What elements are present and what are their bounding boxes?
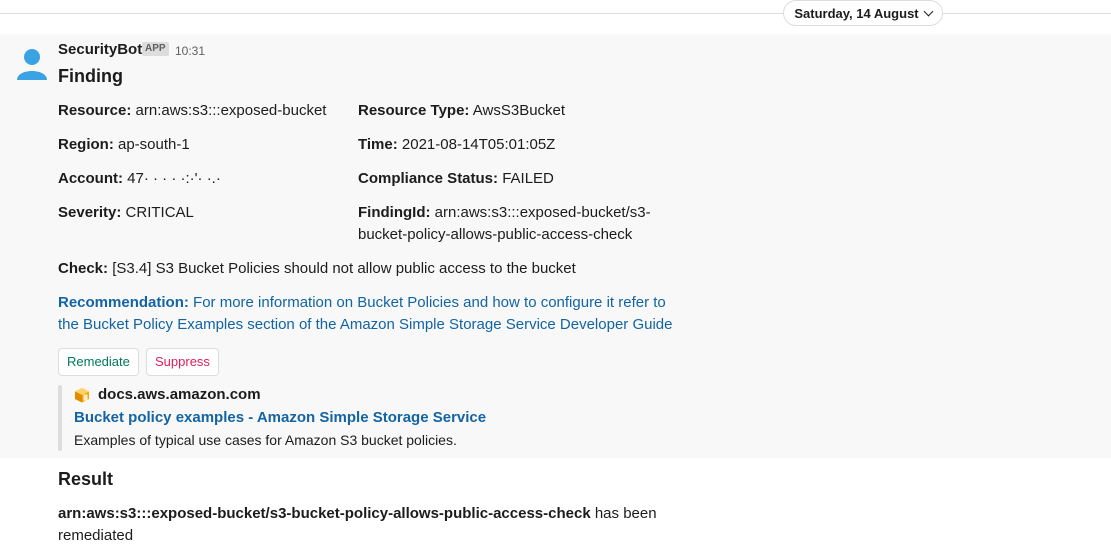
field-check: Check: [S3.4] S3 Bucket Policies should … [58, 258, 576, 280]
field-value: 2021-08-14T05:01:05Z [401, 136, 556, 153]
field-value-redacted: 47· · · · ·:·'· ·.· [127, 170, 221, 187]
recommendation-text: For more information on Bucket Policies … [193, 294, 666, 311]
result-text: arn:aws:s3:::exposed-bucket/s3-bucket-po… [58, 503, 657, 525]
user-avatar-icon [14, 44, 50, 80]
field-value: arn:aws:s3:::exposed-bucket/s3- [434, 204, 651, 221]
message-timestamp[interactable]: 10:31 [175, 40, 205, 62]
field-key: Region: [58, 136, 114, 153]
field-value: CRITICAL [125, 204, 194, 221]
field-key: Compliance Status: [358, 170, 499, 187]
recommendation-link[interactable]: Recommendation: For more information on … [58, 292, 666, 314]
aws-docs-icon [74, 387, 90, 403]
result-text-cont: remediated [58, 527, 134, 544]
sender-name[interactable]: SecurityBot [58, 39, 142, 61]
field-region: Region: ap-south-1 [58, 134, 190, 156]
app-badge: APP [142, 42, 169, 56]
field-key: Resource Type: [358, 102, 470, 119]
field-key: Account: [58, 170, 123, 187]
chevron-down-icon [923, 6, 934, 16]
recommendation-link-cont[interactable]: the Bucket Policy Examples section of th… [58, 314, 672, 336]
field-compliance-status: Compliance Status: FAILED [358, 168, 554, 190]
field-key: Resource: [58, 102, 132, 119]
remediate-button[interactable]: Remediate [58, 348, 139, 376]
field-finding-id-cont: bucket-policy-allows-public-access-check [358, 226, 633, 243]
unfurl-domain: docs.aws.amazon.com [98, 386, 261, 403]
field-value: ap-south-1 [118, 136, 190, 153]
result-suffix: has been [594, 505, 657, 522]
result-title: Result [58, 469, 114, 489]
field-finding-id: FindingId: arn:aws:s3:::exposed-bucket/s… [358, 202, 651, 224]
field-value: FAILED [502, 170, 554, 187]
field-key: Check: [58, 260, 109, 277]
field-value: arn:aws:s3:::exposed-bucket [135, 102, 327, 119]
unfurl-description: Examples of typical use cases for Amazon… [74, 432, 457, 448]
result-arn: arn:aws:s3:::exposed-bucket/s3-bucket-po… [58, 505, 591, 522]
field-resource-type: Resource Type: AwsS3Bucket [358, 100, 565, 122]
unfurl-title-link[interactable]: Bucket policy examples - Amazon Simple S… [74, 407, 486, 429]
field-value: [S3.4] S3 Bucket Policies should not all… [112, 260, 576, 277]
date-label: Saturday, 14 August [794, 5, 919, 21]
field-severity: Severity: CRITICAL [58, 202, 194, 224]
date-jump-button[interactable]: Saturday, 14 August [783, 0, 943, 26]
unfurl-border [58, 385, 62, 451]
message-title: Finding [58, 66, 123, 86]
field-key: FindingId: [358, 204, 431, 221]
field-resource: Resource: arn:aws:s3:::exposed-bucket [58, 100, 326, 122]
field-key: Severity: [58, 204, 122, 221]
field-account: Account: 47· · · · ·:·'· ·.· [58, 168, 221, 190]
cube-icon [75, 388, 89, 403]
field-time: Time: 2021-08-14T05:01:05Z [358, 134, 555, 156]
suppress-button[interactable]: Suppress [146, 348, 219, 376]
avatar[interactable] [14, 44, 50, 80]
recommendation-key: Recommendation: [58, 294, 189, 311]
field-key: Time: [358, 136, 398, 153]
field-value: AwsS3Bucket [472, 102, 566, 119]
date-divider-line [0, 13, 1111, 14]
